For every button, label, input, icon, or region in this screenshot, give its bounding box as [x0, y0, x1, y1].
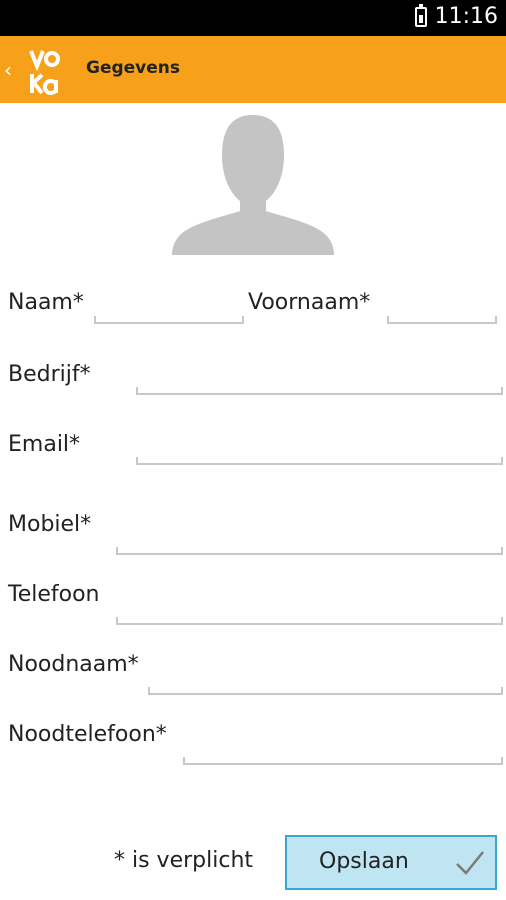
clock: 11:16 — [434, 4, 498, 29]
telefoon-input[interactable] — [118, 600, 501, 621]
noodnaam-input[interactable] — [150, 670, 501, 691]
telefoon-field[interactable] — [116, 600, 503, 625]
bedrijf-label: Bedrijf* — [8, 362, 91, 387]
save-label: Opslaan — [319, 849, 409, 874]
naam-field[interactable] — [94, 299, 244, 324]
email-label: Email* — [8, 432, 81, 457]
app-bar: ‹ — [0, 36, 506, 103]
voka-logo[interactable] — [28, 48, 60, 96]
status-bar: 11:16 — [0, 0, 506, 36]
naam-input[interactable] — [96, 299, 242, 320]
voornaam-input[interactable] — [389, 299, 495, 320]
back-chevron-icon[interactable]: ‹ — [4, 58, 12, 82]
noodtelefoon-input[interactable] — [185, 740, 501, 761]
voornaam-field[interactable] — [387, 299, 497, 324]
noodtelefoon-field[interactable] — [183, 740, 503, 765]
noodtelefoon-label: Noodtelefoon* — [8, 722, 167, 747]
mobiel-input[interactable] — [118, 530, 501, 551]
bedrijf-field[interactable] — [136, 370, 503, 395]
required-note: * is verplicht — [114, 848, 254, 873]
telefoon-label: Telefoon — [8, 582, 100, 607]
save-button[interactable]: Opslaan — [285, 835, 497, 890]
battery-icon — [414, 3, 427, 27]
checkmark-icon — [456, 851, 484, 875]
naam-label: Naam* — [8, 290, 84, 315]
voornaam-label: Voornaam* — [248, 290, 371, 315]
status-right: 11:16 — [414, 3, 498, 29]
mobiel-field[interactable] — [116, 530, 503, 555]
mobiel-label: Mobiel* — [8, 512, 92, 537]
bedrijf-input[interactable] — [138, 370, 501, 391]
person-silhouette-icon[interactable] — [172, 115, 334, 255]
email-input[interactable] — [138, 440, 501, 461]
page-title: Gegevens — [86, 58, 181, 78]
email-field[interactable] — [136, 440, 503, 465]
noodnaam-label: Noodnaam* — [8, 652, 139, 677]
noodnaam-field[interactable] — [148, 670, 503, 695]
